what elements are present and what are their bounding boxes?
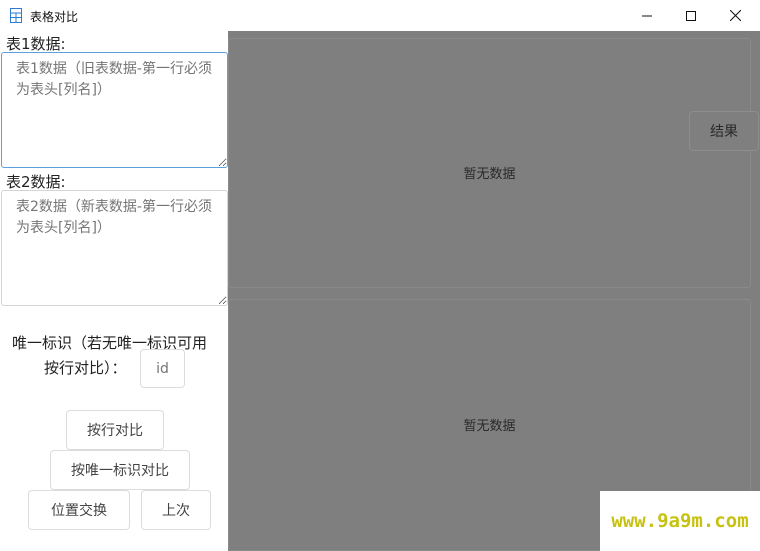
maximize-icon (686, 6, 696, 25)
table2-label: 表2数据: (6, 173, 66, 191)
minimize-icon (642, 6, 652, 25)
unique-id-label-line2: 按行对比）： (44, 359, 127, 377)
result-panel-top: 暂无数据 (228, 38, 751, 288)
table1-label: 表1数据: (6, 35, 66, 53)
unique-id-input[interactable] (140, 349, 185, 388)
app-window: 表格对比 暂无数据 暂无数据 结果 表1数据: 表1数据（旧表数据-第一行必须为… (0, 0, 760, 551)
minimize-button[interactable] (624, 0, 670, 31)
previous-button[interactable]: 上次 (141, 490, 211, 530)
empty-state-text: 暂无数据 (463, 419, 516, 434)
window-title: 表格对比 (30, 10, 79, 24)
compare-by-row-button[interactable]: 按行对比 (66, 410, 164, 450)
close-icon (729, 6, 741, 25)
table-icon (10, 8, 22, 23)
unique-id-label: 唯一标识（若无唯一标识可用 (12, 334, 208, 352)
result-button[interactable]: 结果 (689, 111, 759, 151)
swap-button[interactable]: 位置交换 (28, 490, 130, 530)
compare-by-uid-button[interactable]: 按唯一标识对比 (50, 450, 190, 490)
title-bar: 表格对比 (0, 0, 760, 31)
empty-state-text: 暂无数据 (463, 167, 516, 182)
input-drawer: 表1数据: 表2数据: 唯一标识（若无唯一标识可用 按行对比）： 按行对比 按唯… (0, 31, 228, 551)
maximize-button[interactable] (668, 0, 714, 31)
table2-textarea[interactable] (1, 190, 228, 306)
modal-overlay[interactable]: 暂无数据 暂无数据 结果 (228, 31, 760, 551)
watermark-text: www.9a9m.com (600, 491, 760, 551)
table1-textarea[interactable] (1, 52, 228, 168)
close-button[interactable] (712, 0, 758, 31)
